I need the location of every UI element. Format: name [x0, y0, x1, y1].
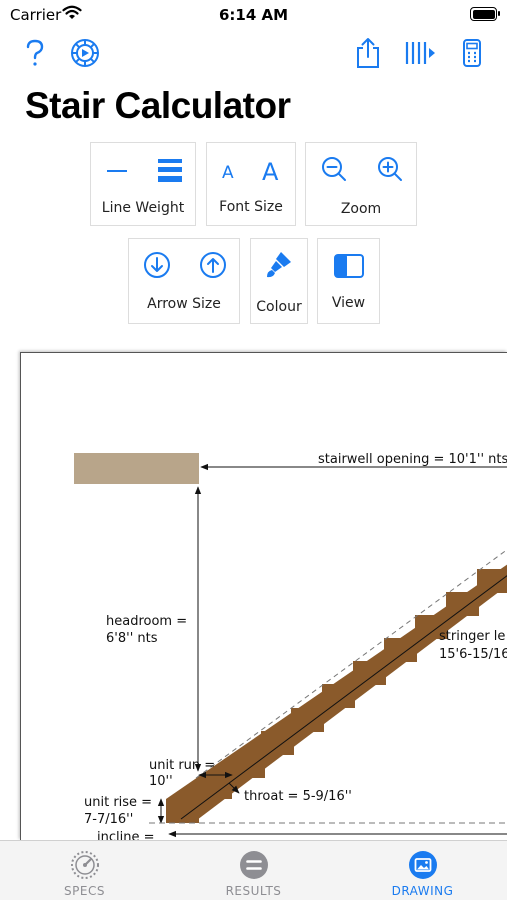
tab-specs-label: SPECS	[64, 884, 105, 898]
unit-run-label-1: unit run =	[149, 758, 215, 773]
status-bar: Carrier 6:14 AM	[0, 0, 507, 30]
tab-results-label: RESULTS	[225, 884, 282, 898]
font-size-label: Font Size	[219, 199, 283, 215]
stair-drawing[interactable]: stairwell opening = 10'1'' nts headroom …	[20, 352, 507, 840]
colour-label: Colour	[256, 299, 302, 315]
zoom-button[interactable]: Zoom	[305, 142, 417, 226]
image-icon	[409, 851, 437, 879]
tab-drawing[interactable]: DRAWING	[338, 841, 507, 900]
throat-label: throat = 5-9/16''	[244, 789, 352, 804]
unit-rise-label-2: 7-7/16''	[84, 812, 133, 827]
colour-button[interactable]: Colour	[250, 238, 308, 324]
zoom-label: Zoom	[340, 201, 382, 217]
share-button[interactable]	[351, 36, 385, 70]
view-label: View	[331, 295, 366, 311]
thin-line-icon	[107, 170, 127, 172]
help-icon	[26, 39, 44, 66]
calculator-icon	[463, 39, 481, 67]
battery-icon	[470, 7, 500, 21]
clock: 6:14 AM	[218, 6, 289, 24]
headroom-label-1: headroom =	[106, 614, 187, 629]
stair-treads	[166, 569, 507, 823]
tab-bar: SPECS RESULTS DRAWING	[0, 840, 507, 900]
settings-button[interactable]	[68, 36, 102, 70]
headroom-label-2: 6'8'' nts	[106, 631, 158, 646]
unit-run-label-2: 10''	[149, 774, 173, 789]
settings-icon	[71, 39, 99, 67]
unit-rise-label-1: unit rise =	[84, 795, 152, 810]
arrow-size-label: Arrow Size	[147, 296, 221, 312]
zoom-out-icon	[322, 157, 346, 181]
font-large-icon: A	[262, 158, 279, 185]
view-button[interactable]: View	[317, 238, 380, 324]
animate-steps-icon	[405, 42, 435, 64]
animate-steps-button[interactable]	[403, 36, 437, 70]
page-title: Stair Calculator	[25, 85, 291, 126]
sidebar-view-icon	[334, 254, 364, 278]
help-button[interactable]	[18, 36, 52, 70]
stairwell-opening-block	[74, 453, 199, 484]
stringer-label-2: 15'6-15/16	[439, 647, 507, 662]
svg-text:A: A	[222, 163, 234, 183]
font-size-button[interactable]: A A Font Size	[206, 142, 296, 226]
stair-diagram: stairwell opening = 10'1'' nts headroom …	[74, 452, 507, 840]
arrow-up-icon	[200, 252, 226, 278]
thick-lines-icon	[158, 159, 182, 182]
stringer-label-1: stringer le	[439, 629, 505, 644]
nosing-line	[195, 549, 507, 779]
gauge-icon	[71, 851, 99, 879]
arrow-down-icon	[144, 252, 170, 278]
paintbrush-icon	[267, 252, 291, 278]
tab-results[interactable]: RESULTS	[169, 841, 338, 900]
share-icon	[357, 38, 379, 68]
arrow-size-button[interactable]: Arrow Size	[128, 238, 240, 324]
stairwell-opening-label: stairwell opening = 10'1'' nts	[318, 452, 507, 467]
equals-icon	[240, 851, 268, 879]
line-weight-label: Line Weight	[101, 200, 185, 216]
font-small-icon: A	[222, 163, 234, 183]
incline-label: incline =	[97, 830, 154, 840]
tab-specs[interactable]: SPECS	[0, 841, 169, 900]
tab-drawing-label: DRAWING	[391, 884, 454, 898]
zoom-in-icon	[378, 157, 402, 181]
line-weight-button[interactable]: Line Weight	[90, 142, 196, 226]
svg-text:A: A	[262, 158, 279, 185]
calculator-button[interactable]	[455, 36, 489, 70]
